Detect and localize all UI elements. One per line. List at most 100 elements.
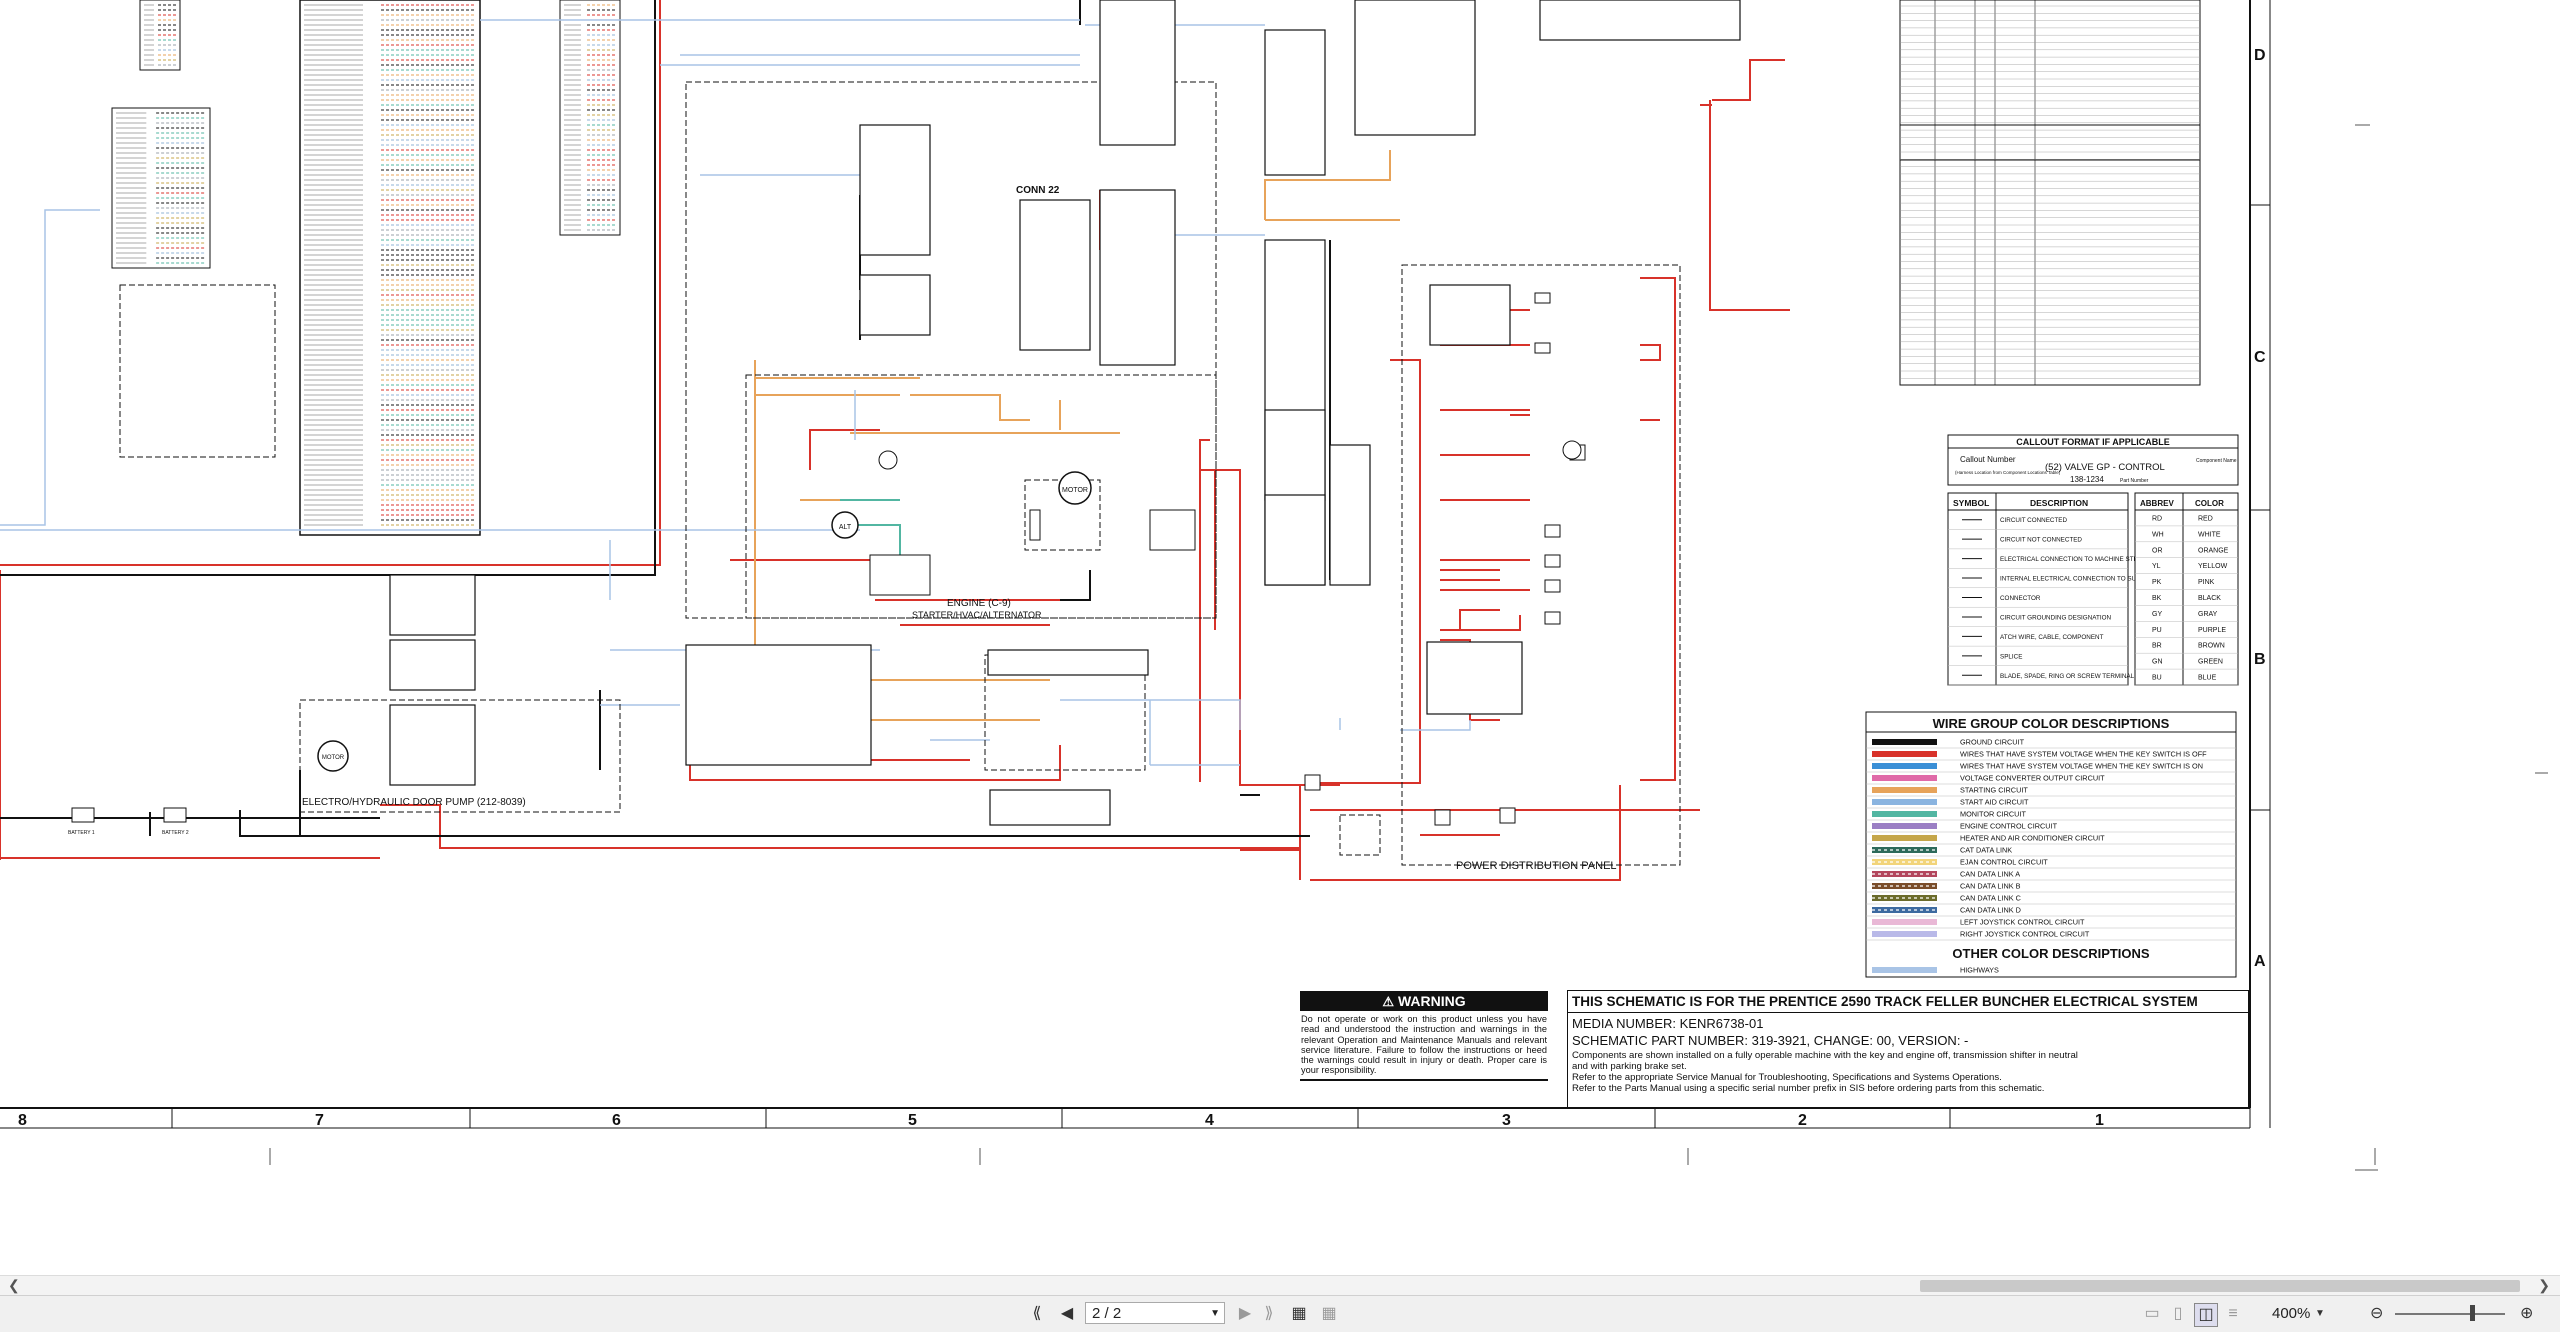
zoom-level[interactable]: 400% xyxy=(2272,1303,2310,1325)
wire-color-swatch xyxy=(1872,763,1937,769)
abbrev-color: BLUE xyxy=(2198,675,2217,682)
wire-color-swatch xyxy=(1872,799,1937,805)
callout-component-name-label: Component Name xyxy=(2196,458,2237,464)
abbrev-code: GN xyxy=(2152,659,2163,666)
wire-group-label: GROUND CIRCUIT xyxy=(1960,738,2025,747)
abbrev-table: ABBREV COLOR RD RED WH WHITE OR ORANGE YL YELLO… xyxy=(2134,492,2239,686)
battery2-label: BATTERY 2 xyxy=(162,830,189,836)
scroll-right-icon[interactable]: ❯ xyxy=(2538,1277,2550,1294)
symbol-table-header-description: DESCRIPTION xyxy=(2030,498,2088,508)
wire-group-label: CAN DATA LINK A xyxy=(1960,870,2020,879)
viewer-toolbar: ⟪ ◀ 2 / 2 ▼ ▶ ⟫ ▦ ▦ ▭ ▯ ◫ ≡ 400% ▼ ⊖ ⊕ xyxy=(0,1295,2560,1332)
abbrev-color: BLACK xyxy=(2198,595,2221,602)
symbol-description: CIRCUIT CONNECTED xyxy=(2000,517,2068,524)
warning-header: ⚠ WARNING xyxy=(1300,991,1548,1011)
last-page-icon[interactable]: ⟫ xyxy=(1260,1303,1278,1325)
first-page-icon[interactable]: ⟪ xyxy=(1028,1303,1046,1325)
chevron-down-icon[interactable]: ▼ xyxy=(1210,1303,1220,1325)
callout-title: CALLOUT FORMAT IF APPLICABLE xyxy=(2016,437,2169,447)
abbrev-color: PURPLE xyxy=(2198,627,2226,634)
other-color-label: HIGHWAYS xyxy=(1960,966,1999,975)
continuous-view-icon[interactable]: ▯ xyxy=(2168,1303,2188,1325)
engine-label: ENGINE (C-9) xyxy=(947,598,1011,609)
abbrev-table-header-color: COLOR xyxy=(2195,499,2224,508)
abbrev-code: PU xyxy=(2152,627,2162,634)
callout-example: (52) VALVE GP - CONTROL xyxy=(2045,462,2165,473)
warning-icon: ⚠ xyxy=(1382,994,1395,1009)
horizontal-scrollbar[interactable]: ❮ ❯ xyxy=(0,1275,2560,1296)
abbrev-color: PINK xyxy=(2198,579,2215,586)
facing-view-icon[interactable]: ◫ xyxy=(2194,1303,2218,1327)
scrollbar-thumb[interactable] xyxy=(1920,1280,2520,1292)
zoom-slider-track[interactable] xyxy=(2395,1313,2505,1315)
abbrev-color: ORANGE xyxy=(2198,547,2229,554)
starter-motor-label: MOTOR xyxy=(1062,487,1088,494)
wire-group-label: RIGHT JOYSTICK CONTROL CIRCUIT xyxy=(1960,930,2090,939)
wire-color-swatch xyxy=(1872,931,1937,937)
page-number-value: 2 / 2 xyxy=(1092,1305,1122,1322)
wire-group-label: HEATER AND AIR CONDITIONER CIRCUIT xyxy=(1960,834,2105,843)
wire-group-label: CAN DATA LINK C xyxy=(1960,894,2021,903)
page-number-field[interactable]: 2 / 2 ▼ xyxy=(1085,1302,1225,1324)
column-label: 1 xyxy=(2095,1112,2104,1129)
wire-color-swatch xyxy=(1872,775,1937,781)
engine-sub-label: STARTER/HVAC/ALTERNATOR xyxy=(912,610,1042,620)
abbrev-code: GY xyxy=(2152,611,2162,618)
symbol-description: SPLICE xyxy=(2000,653,2022,660)
symbol-description: CIRCUIT GROUNDING DESIGNATION xyxy=(2000,614,2111,621)
column-label: 4 xyxy=(1205,1112,1214,1129)
abbrev-color: RED xyxy=(2198,515,2213,522)
zoom-out-icon[interactable]: ⊖ xyxy=(2370,1303,2383,1325)
cover-view-icon[interactable]: ≡ xyxy=(2222,1303,2244,1325)
abbrev-color: BROWN xyxy=(2198,643,2225,650)
schematic-canvas[interactable]: 8 7 6 5 4 3 2 1 D C B A MOTOR ALT MOTOR … xyxy=(0,0,2560,1250)
warning-body: Do not operate or work on this product u… xyxy=(1301,1014,1547,1076)
wire-group-label: CAN DATA LINK B xyxy=(1960,882,2021,891)
page-thumbnails-icon[interactable]: ▦ xyxy=(1288,1303,1310,1325)
wire-color-swatch xyxy=(1872,811,1937,817)
zoom-in-icon[interactable]: ⊕ xyxy=(2520,1303,2533,1325)
next-page-icon[interactable]: ▶ xyxy=(1236,1303,1254,1325)
abbrev-color: WHITE xyxy=(2198,531,2221,538)
harness-strip-left-a xyxy=(111,0,621,536)
abbrev-code: RD xyxy=(2152,515,2162,522)
callout-format-box: CALLOUT FORMAT IF APPLICABLE Callout Num… xyxy=(1947,434,2239,486)
title-block: THIS SCHEMATIC IS FOR THE PRENTICE 2590 … xyxy=(1567,990,2249,1108)
symbol-description: BLADE, SPADE, RING OR SCREW TERMINAL xyxy=(2000,673,2135,680)
symbol-table-header-symbol: SYMBOL xyxy=(1953,498,1989,508)
other-color-title: OTHER COLOR DESCRIPTIONS xyxy=(1952,946,2150,961)
row-label: B xyxy=(2254,651,2266,668)
border-row-labels: D C B A xyxy=(2254,47,2266,970)
fit-page-icon[interactable]: ▦ xyxy=(1318,1303,1340,1325)
title-block-media: MEDIA NUMBER: KENR6738-01 xyxy=(1572,1016,1764,1031)
row-label: D xyxy=(2254,47,2266,64)
wire-group-label: WIRES THAT HAVE SYSTEM VOLTAGE WHEN THE … xyxy=(1960,750,2207,759)
abbrev-color: GREEN xyxy=(2198,659,2223,666)
door-motor-label: MOTOR xyxy=(322,755,345,761)
column-label: 8 xyxy=(18,1112,27,1129)
zoom-dropdown-icon[interactable]: ▼ xyxy=(2315,1303,2325,1325)
column-label: 5 xyxy=(908,1112,917,1129)
symbol-description: ATCH WIRE, CABLE, COMPONENT xyxy=(2000,634,2104,641)
other-color-swatch xyxy=(1872,967,1937,973)
symbol-description: CONNECTOR xyxy=(2000,595,2041,602)
wire-color-swatch xyxy=(1872,787,1937,793)
warning-panel: ⚠ WARNING Do not operate or work on this… xyxy=(1300,991,1548,1086)
abbrev-code: OR xyxy=(2152,547,2163,554)
callout-example-part: 138-1234 xyxy=(2070,475,2104,484)
scroll-left-icon[interactable]: ❮ xyxy=(8,1277,20,1294)
wire-group-legend: WIRE GROUP COLOR DESCRIPTIONS GROUND CIR… xyxy=(1865,711,2237,978)
zoom-slider-thumb[interactable] xyxy=(2470,1305,2475,1321)
column-label: 2 xyxy=(1798,1112,1807,1129)
column-label: 3 xyxy=(1502,1112,1511,1129)
abbrev-code: YL xyxy=(2152,563,2161,570)
wire-group-label: CAN DATA LINK D xyxy=(1960,906,2021,915)
symbol-description: CIRCUIT NOT CONNECTED xyxy=(2000,537,2082,544)
title-block-title: THIS SCHEMATIC IS FOR THE PRENTICE 2590 … xyxy=(1568,991,2248,1013)
column-label: 6 xyxy=(612,1112,621,1129)
single-page-view-icon[interactable]: ▭ xyxy=(2142,1303,2162,1325)
power-dist-label: POWER DISTRIBUTION PANEL xyxy=(1456,860,1617,872)
wire-group-label: EJAN CONTROL CIRCUIT xyxy=(1960,858,2048,867)
previous-page-icon[interactable]: ◀ xyxy=(1058,1303,1076,1325)
row-label: C xyxy=(2254,349,2266,366)
